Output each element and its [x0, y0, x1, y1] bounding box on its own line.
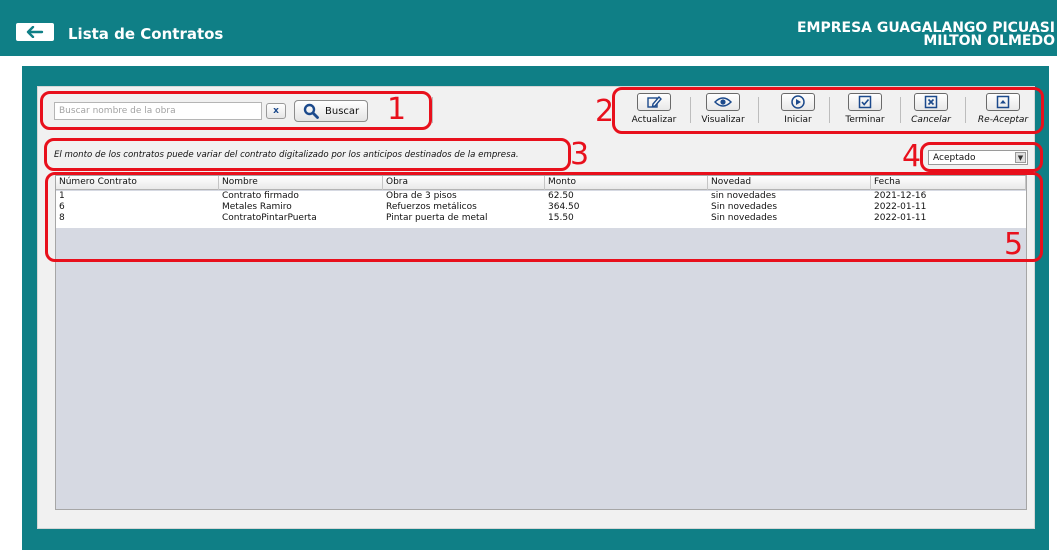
- page-title: Lista de Contratos: [68, 25, 224, 43]
- annotation-box-5: [45, 172, 1043, 262]
- company-line-2: MILTON OLMEDO: [923, 33, 1055, 49]
- annotation-box-2: [612, 87, 1044, 134]
- back-button[interactable]: [16, 23, 54, 41]
- annotation-number-5: 5: [1004, 227, 1024, 262]
- annotation-number-4: 4: [902, 139, 922, 174]
- annotation-box-3: [44, 138, 571, 171]
- company-name: EMPRESA GUAGALANGO PICUASI MILTON OLMEDO: [797, 21, 1055, 49]
- annotation-number-3: 3: [570, 137, 590, 172]
- annotation-number-1: 1: [387, 92, 407, 127]
- annotation-box-4: [920, 142, 1043, 172]
- arrow-left-icon: [26, 26, 44, 38]
- separator: [432, 97, 433, 123]
- annotation-box-1: [40, 91, 432, 130]
- header-bar: Lista de Contratos EMPRESA GUAGALANGO PI…: [0, 0, 1057, 56]
- annotation-number-2: 2: [595, 94, 615, 129]
